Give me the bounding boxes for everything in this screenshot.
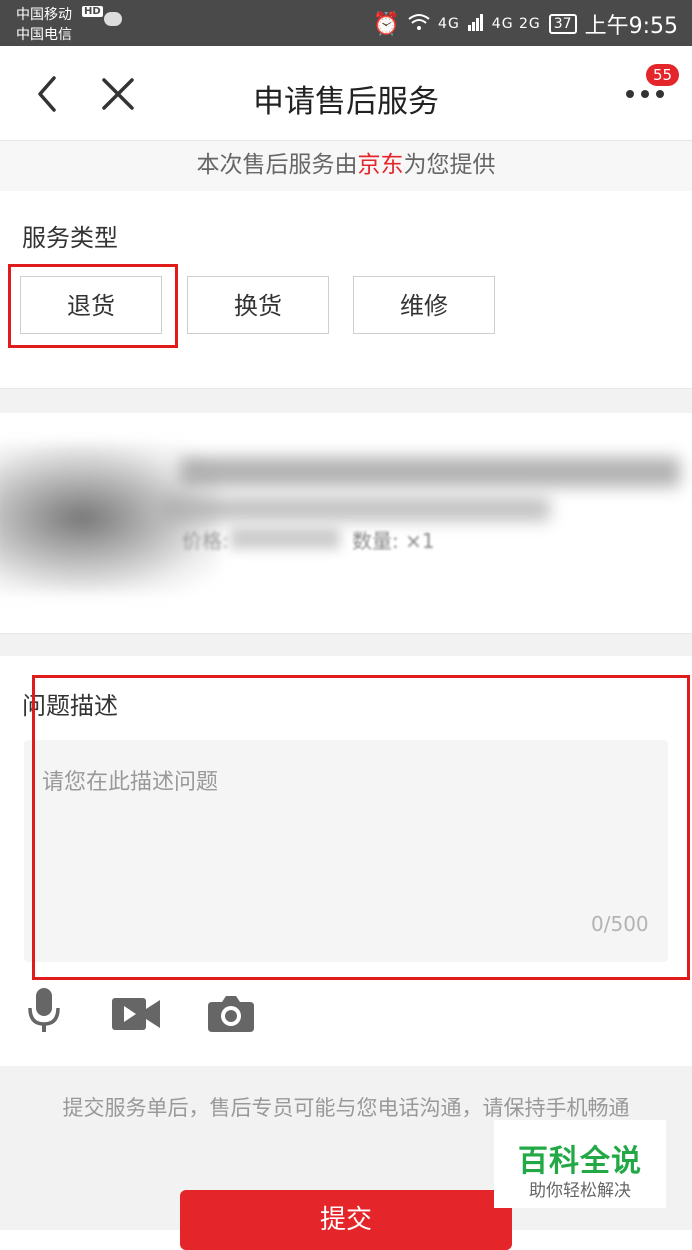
microphone-icon[interactable] <box>26 988 62 1034</box>
contact-notice: 提交服务单后，售后专员可能与您电话沟通，请保持手机畅通 <box>62 1096 630 1120</box>
highlight-box-description <box>32 675 690 980</box>
notification-badge: 55 <box>646 64 680 86</box>
submit-button[interactable]: 提交 <box>180 1190 512 1250</box>
status-right: ⏰ 4G 4G 2G 37 上午9:55 <box>373 8 678 40</box>
watermark-subtitle: 助你轻松解决 <box>529 1181 631 1201</box>
product-title-blurred <box>180 457 680 487</box>
carrier-label-1: 中国移动 <box>16 7 72 23</box>
signal-4g-icon: 4G <box>438 16 460 32</box>
camera-icon[interactable] <box>208 994 254 1032</box>
banner-brand: 京东 <box>357 152 404 178</box>
watermark-title: 百科全说 <box>518 1144 642 1179</box>
section-divider <box>0 633 692 656</box>
section-divider <box>0 388 692 414</box>
more-icon[interactable] <box>622 84 668 102</box>
hd-badge: HD <box>82 6 103 17</box>
watermark: 百科全说 助你轻松解决 <box>494 1120 666 1208</box>
video-icon[interactable] <box>112 996 160 1032</box>
price-value-blurred <box>230 527 340 549</box>
carrier-label-2: 中国电信 <box>16 27 72 43</box>
signal-4g2g-icon: 4G 2G <box>491 16 541 32</box>
banner-prefix: 本次售后服务由 <box>196 152 358 178</box>
repair-button[interactable]: 维修 <box>353 276 495 334</box>
alarm-icon: ⏰ <box>372 11 401 37</box>
signal-bars-icon <box>467 12 484 37</box>
message-icon <box>104 12 122 26</box>
exchange-button[interactable]: 换货 <box>187 276 329 334</box>
product-subtitle-blurred <box>160 497 550 521</box>
page-title: 申请售后服务 <box>253 84 439 120</box>
service-type-label: 服务类型 <box>22 224 118 252</box>
highlight-box-return <box>8 264 178 348</box>
quantity-label: 数量: ×1 <box>352 529 435 553</box>
nav-bar: 申请售后服务 55 <box>0 46 692 141</box>
price-label: 价格: <box>182 529 229 553</box>
product-card: 价格: 数量: ×1 <box>0 413 692 633</box>
wifi-icon <box>408 12 430 37</box>
service-provider-banner: 本次售后服务由京东为您提供 <box>0 141 692 191</box>
banner-suffix: 为您提供 <box>403 152 496 178</box>
status-bar: 中国移动 HD 中国电信 ⏰ 4G 4G 2G 37 上午9:55 <box>0 0 692 46</box>
clock: 上午9:55 <box>584 14 678 39</box>
battery-icon: 37 <box>548 14 577 34</box>
